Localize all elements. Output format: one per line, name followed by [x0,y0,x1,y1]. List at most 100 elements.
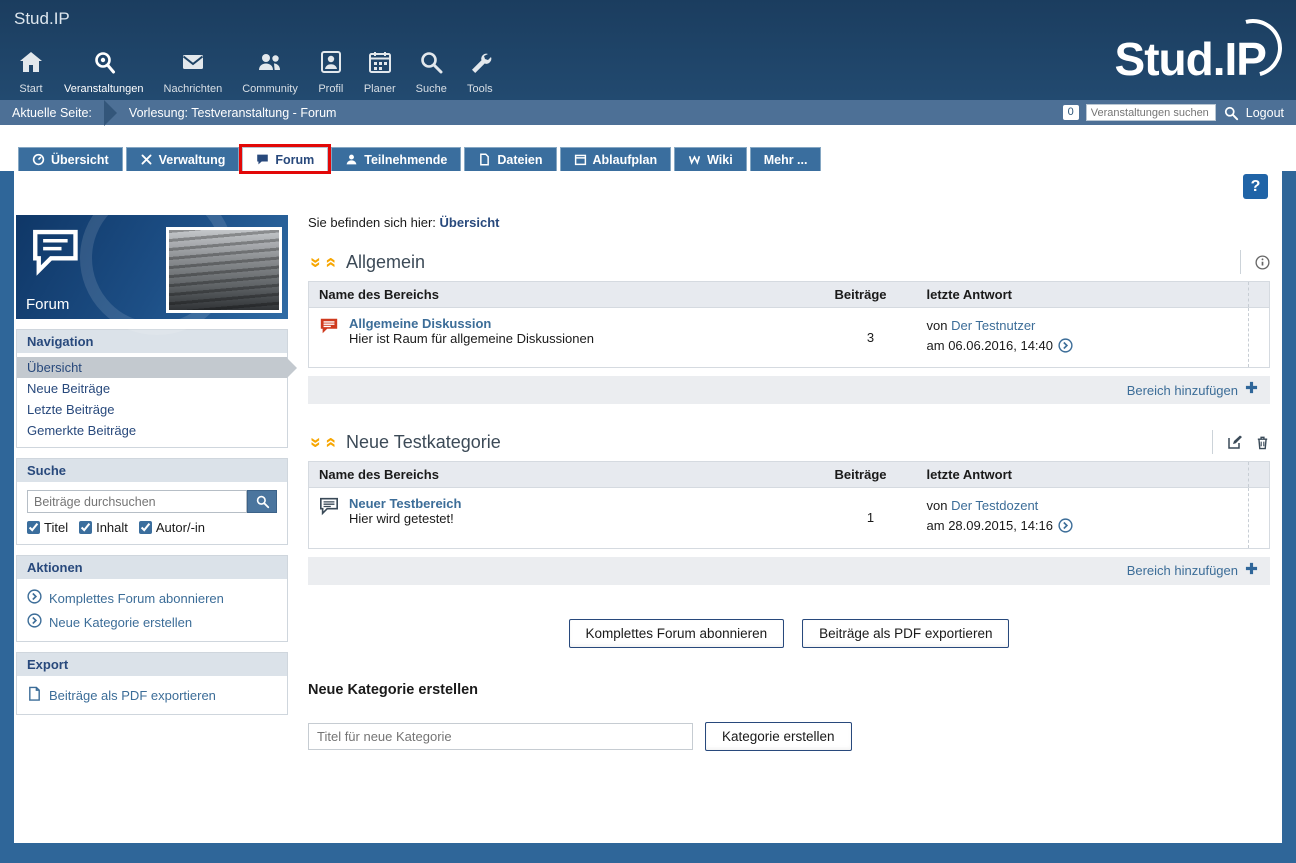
overview-icon [32,153,45,166]
posts-count: 3 [825,308,917,368]
new-category-title: Neue Kategorie erstellen [308,682,1270,698]
tab-label: Übersicht [51,153,109,167]
author-link[interactable]: Der Testnutzer [951,318,1035,333]
sidebar-item-gemerkte-beitraege[interactable]: Gemerkte Beiträge [17,420,287,441]
participants-icon [345,153,358,166]
column-posts: Beiträge [825,462,917,488]
tab-label: Dateien [497,153,542,167]
author-link[interactable]: Der Testdozent [951,498,1038,513]
tab-dateien[interactable]: Dateien [464,147,556,171]
sidebar-item-uebersicht[interactable]: Übersicht [17,357,287,378]
pdf-document-icon [27,686,42,704]
topnav-label: Start [19,83,42,95]
checkbox-label: Titel [44,520,68,535]
topnav-label: Planer [364,83,396,95]
column-grip [1249,282,1270,308]
answer-date: 28.09.2015, 14:16 [948,518,1053,533]
goto-post-icon[interactable] [1058,521,1073,536]
topnav-tools[interactable]: Tools [457,49,503,95]
last-answer-cell: von Der Testnutzer am 06.06.2016, 14:40 [917,308,1249,368]
navigation-list: Übersicht Neue Beiträge Letzte Beiträge … [17,353,287,447]
topnav-community[interactable]: Community [232,49,308,95]
tab-ablaufplan[interactable]: Ablaufplan [560,147,672,171]
checkbox-inhalt[interactable]: Inhalt [79,520,128,535]
topnav-planer[interactable]: Planer [354,49,406,95]
tab-label: Ablaufplan [593,153,658,167]
export-pdf-button[interactable]: Beiträge als PDF exportieren [802,619,1009,648]
logout-link[interactable]: Logout [1246,106,1284,120]
wiki-icon [688,153,701,166]
plus-icon [1245,381,1258,399]
edit-icon[interactable] [1227,434,1243,450]
sidebar: Forum Navigation Übersicht Neue Beiträge… [16,215,288,725]
notification-counter[interactable]: 0 [1063,105,1079,120]
sidebar-item-letzte-beitraege[interactable]: Letzte Beiträge [17,399,287,420]
tab-uebersicht[interactable]: Übersicht [18,147,123,171]
subscribe-forum-action[interactable]: Komplettes Forum abonnieren [27,586,277,610]
info-icon[interactable] [1255,255,1270,270]
location-label: Sie befinden sich hier: [308,215,436,230]
action-label: Komplettes Forum abonnieren [49,591,224,606]
checkbox-titel[interactable]: Titel [27,520,68,535]
tab-teilnehmende[interactable]: Teilnehmende [331,147,461,171]
course-search-button[interactable] [1223,105,1239,121]
create-category-button[interactable]: Kategorie erstellen [705,722,852,751]
forum-icon [256,153,269,166]
titel-checkbox[interactable] [27,521,40,534]
add-area-bar[interactable]: Bereich hinzufügen [308,376,1270,404]
topnav-veranstaltungen[interactable]: Veranstaltungen [54,49,154,95]
new-category-title-input[interactable] [308,723,693,750]
trash-icon[interactable] [1255,435,1270,450]
search-options: Titel Inhalt Autor/-in [27,520,277,535]
location-link[interactable]: Übersicht [440,215,500,230]
tab-mehr[interactable]: Mehr ... [750,147,822,171]
expand-all-icon[interactable]: » [321,435,340,450]
topnav-nachrichten[interactable]: Nachrichten [154,49,233,95]
area-link[interactable]: Allgemeine Diskussion [349,316,594,331]
help-button[interactable]: ? [1243,174,1268,199]
row-grip[interactable] [1249,308,1270,368]
add-area-link[interactable]: Bereich hinzufügen [1127,383,1238,398]
forum-banner: Forum [16,215,288,319]
category-header: » » Neue Testkategorie [308,426,1270,461]
sidebar-item-label: Neue Beiträge [27,381,110,396]
topnav-profil[interactable]: Profil [308,49,354,95]
sidebar-navigation-section: Navigation Übersicht Neue Beiträge Letzt… [16,329,288,448]
answer-date: 06.06.2016, 14:40 [948,338,1053,353]
tab-label: Wiki [707,153,733,167]
forum-table: Name des Bereichs Beiträge letzte Antwor… [308,461,1270,548]
expand-all-icon[interactable]: » [321,255,340,270]
autor-checkbox[interactable] [139,521,152,534]
actions-list: Komplettes Forum abonnieren Neue Kategor… [17,579,287,641]
course-search-input[interactable] [1086,104,1216,121]
area-link[interactable]: Neuer Testbereich [349,496,461,511]
subscribe-forum-button[interactable]: Komplettes Forum abonnieren [569,619,785,648]
course-tabbar: Übersicht Verwaltung Forum Teilnehmende … [0,147,1296,171]
forum-search-input[interactable] [27,490,247,513]
sidebar-item-neue-beitraege[interactable]: Neue Beiträge [17,378,287,399]
category-allgemein: » » Allgemein Name des Bereichs Beiträge [308,246,1270,404]
add-area-link[interactable]: Bereich hinzufügen [1127,563,1238,578]
tab-wiki[interactable]: Wiki [674,147,747,171]
checkbox-label: Inhalt [96,520,128,535]
checkbox-autor[interactable]: Autor/-in [139,520,205,535]
breadcrumb-bar: Aktuelle Seite: Vorlesung: Testveranstal… [0,100,1296,125]
tab-label: Verwaltung [159,153,226,167]
row-grip[interactable] [1249,488,1270,548]
export-pdf-action[interactable]: Beiträge als PDF exportieren [27,683,277,707]
mail-icon [180,49,206,80]
inhalt-checkbox[interactable] [79,521,92,534]
add-area-bar[interactable]: Bereich hinzufügen [308,557,1270,585]
topnav-start[interactable]: Start [8,49,54,95]
new-category-action[interactable]: Neue Kategorie erstellen [27,610,277,634]
tab-forum[interactable]: Forum [242,147,328,171]
forum-search-button[interactable] [247,490,277,513]
goto-post-icon[interactable] [1058,341,1073,356]
category-neue-testkategorie: » » Neue Testkategorie Name des Bereichs [308,426,1270,584]
checkbox-label: Autor/-in [156,520,205,535]
tab-verwaltung[interactable]: Verwaltung [126,147,240,171]
area-description: Hier wird getestet! [349,511,454,526]
content-frame: ? Forum Navigation Übersicht Neue Beiträ… [0,171,1296,863]
search-form: Titel Inhalt Autor/-in [17,482,287,544]
topnav-suche[interactable]: Suche [406,49,457,95]
